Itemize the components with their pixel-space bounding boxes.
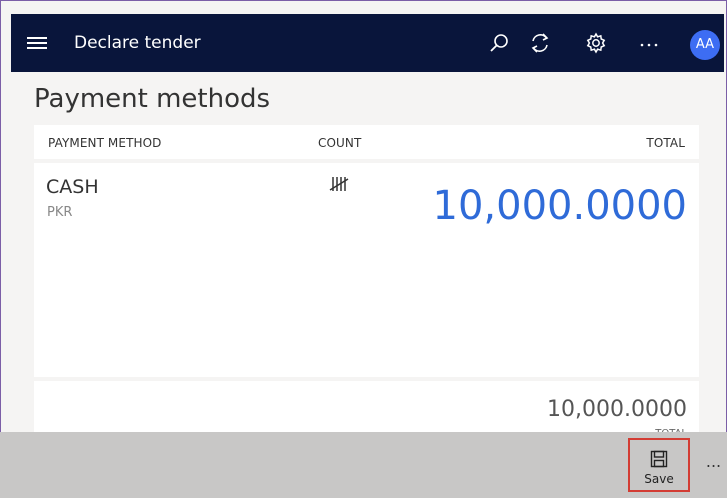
top-navigation-bar: Declare tender AA	[11, 14, 724, 72]
totals-summary: 10,000.0000 TOTAL	[34, 381, 699, 439]
more-icon[interactable]	[636, 30, 662, 56]
app-title: Declare tender	[74, 33, 201, 53]
column-header-total: TOTAL	[646, 136, 685, 150]
tally-icon[interactable]	[328, 175, 350, 195]
page-title: Payment methods	[34, 84, 271, 114]
payment-method-name: CASH	[46, 176, 99, 198]
table-column-header: PAYMENT METHOD COUNT TOTAL	[34, 125, 699, 159]
payment-method-total: 10,000.0000	[432, 183, 687, 229]
save-icon	[649, 449, 669, 469]
column-header-count: COUNT	[318, 136, 362, 150]
search-icon[interactable]	[487, 30, 513, 56]
save-button[interactable]: Save	[628, 438, 690, 492]
user-avatar[interactable]: AA	[690, 30, 720, 60]
grand-total-value: 10,000.0000	[547, 397, 687, 422]
app-bar-more-icon[interactable]: ...	[700, 452, 727, 478]
bottom-app-bar: Save ...	[0, 432, 727, 498]
column-header-payment-method: PAYMENT METHOD	[48, 136, 162, 150]
save-label: Save	[644, 472, 674, 486]
payment-method-currency: PKR	[47, 205, 73, 220]
refresh-icon[interactable]	[527, 30, 553, 56]
hamburger-menu-icon[interactable]	[27, 35, 47, 51]
app-window: Declare tender AA Payment methods PAYMEN…	[0, 0, 727, 498]
table-row[interactable]: CASH PKR 10,000.0000	[34, 163, 699, 377]
gear-icon[interactable]	[583, 30, 609, 56]
